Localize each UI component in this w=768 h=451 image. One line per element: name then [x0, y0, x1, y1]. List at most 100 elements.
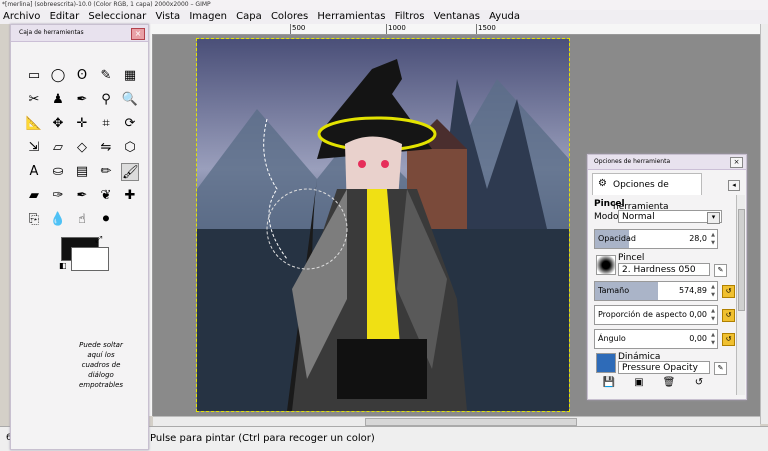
pencil-icon[interactable]: ✏ [97, 163, 115, 181]
window-title: *[merlina] (sobreescrita)-10.0 (Color RG… [2, 1, 211, 8]
dynamics-select[interactable]: Pressure Opacity [618, 361, 710, 374]
scale-icon[interactable]: ⇲ [25, 139, 43, 157]
flip-icon[interactable]: ⇋ [97, 139, 115, 157]
menu-bar: Archivo Editar Seleccionar Vista Imagen … [0, 10, 768, 24]
aspect-slider[interactable]: Proporción de aspecto 0,00 ▲ ▼ [594, 305, 718, 325]
reset-colors-icon[interactable]: ◧ [59, 261, 67, 270]
smudge-icon[interactable]: ☝ [73, 211, 91, 229]
restore-options-icon[interactable]: ▣ [624, 377, 654, 388]
ruler-tick: 1500 [476, 24, 496, 34]
menu-capa[interactable]: Capa [233, 10, 265, 24]
opacity-slider[interactable]: Opacidad 28,0 ▲ ▼ [594, 229, 718, 249]
save-options-icon[interactable]: 💾 [594, 377, 624, 388]
mypaint-icon[interactable]: ❦ [97, 187, 115, 205]
delete-options-icon[interactable]: 🗑 [654, 377, 684, 388]
brush-value: 2. Hardness 050 [622, 265, 696, 275]
edit-brush-icon[interactable]: ✎ [714, 264, 727, 277]
paths-icon[interactable]: ✒ [73, 91, 91, 109]
zoom-icon[interactable]: 🔍 [121, 91, 139, 109]
dynamics-icon[interactable] [596, 353, 616, 373]
size-label: Tamaño [598, 286, 630, 295]
color-select-icon[interactable]: ▦ [121, 67, 139, 85]
menu-ayuda[interactable]: Ayuda [486, 10, 523, 24]
ruler-tick: 1000 [386, 24, 406, 34]
options-scrollbar-thumb[interactable] [738, 209, 745, 311]
menu-herramientas[interactable]: Herramientas [314, 10, 388, 24]
align-icon[interactable]: ✛ [73, 115, 91, 133]
clone-icon[interactable]: ⎘ [25, 211, 43, 229]
scissors-icon[interactable]: ✂ [25, 91, 43, 109]
paintbrush-icon[interactable]: 🖌 [121, 163, 139, 181]
heal-icon[interactable]: ✚ [121, 187, 139, 205]
horizontal-scrollbar-thumb[interactable] [365, 418, 577, 426]
menu-colores[interactable]: Colores [268, 10, 311, 24]
crop-icon[interactable]: ⌗ [97, 115, 115, 133]
blur-icon[interactable]: 💧 [49, 211, 67, 229]
aspect-spinner[interactable]: ▲ ▼ [710, 307, 716, 323]
ellipse-select-icon[interactable]: ◯ [49, 67, 67, 85]
brush-select[interactable]: 2. Hardness 050 [618, 263, 710, 276]
opacity-label: Opacidad [598, 234, 636, 243]
swap-colors-icon[interactable]: ⤢ [95, 235, 102, 245]
tab-tool-options[interactable]: ⚙ Opciones de herramienta [592, 173, 702, 212]
free-select-icon[interactable]: ʘ [73, 67, 91, 85]
dynamics-value: Pressure Opacity [622, 363, 698, 373]
menu-seleccionar[interactable]: Seleccionar [85, 10, 149, 24]
color-picker-icon[interactable]: ⚲ [97, 91, 115, 109]
horizontal-ruler[interactable]: 500 1000 1500 [146, 24, 760, 35]
menu-imagen[interactable]: Imagen [186, 10, 230, 24]
angle-slider[interactable]: Ángulo 0,00 ▲ ▼ [594, 329, 718, 349]
horizontal-scrollbar[interactable] [153, 416, 760, 426]
vertical-scrollbar[interactable] [760, 24, 768, 424]
dock-drop-hint: Puede soltar aquí los cuadros de diálogo… [78, 341, 124, 389]
reset-aspect-icon[interactable]: ↺ [722, 309, 735, 322]
angle-label: Ángulo [598, 334, 626, 343]
mode-select[interactable]: Normal ▾ [618, 210, 722, 224]
menu-vista[interactable]: Vista [152, 10, 183, 24]
brush-preview[interactable] [596, 255, 616, 275]
size-spinner[interactable]: ▲ ▼ [710, 283, 716, 299]
reset-angle-icon[interactable]: ↺ [722, 333, 735, 346]
size-slider[interactable]: Tamaño 574,89 ▲ ▼ [594, 281, 718, 301]
tool-options-close-button[interactable]: × [730, 157, 743, 168]
perspective-icon[interactable]: ◇ [73, 139, 91, 157]
tool-options-footer: 💾 ▣ 🗑 ↺ [594, 377, 734, 391]
image-canvas[interactable] [196, 38, 570, 412]
tool-name: Pincel [594, 199, 625, 209]
rotate-icon[interactable]: ⟳ [121, 115, 139, 133]
opacity-spinner[interactable]: ▲ ▼ [710, 231, 716, 247]
cage-icon[interactable]: ⬡ [121, 139, 139, 157]
tool-options-window: Opciones de herramienta × ⚙ Opciones de … [587, 154, 747, 400]
angle-value: 0,00 [689, 334, 707, 343]
bucket-fill-icon[interactable]: ⛀ [49, 163, 67, 181]
tool-options-icon: ⚙ [598, 178, 607, 189]
foreground-select-icon[interactable]: ♟ [49, 91, 67, 109]
edit-dynamics-icon[interactable]: ✎ [714, 362, 727, 375]
rect-select-icon[interactable]: ▭ [25, 67, 43, 85]
size-value: 574,89 [679, 286, 707, 295]
reset-size-icon[interactable]: ↺ [722, 285, 735, 298]
options-scrollbar[interactable] [736, 195, 745, 395]
blend-icon[interactable]: ▤ [73, 163, 91, 181]
text-icon[interactable]: A [25, 163, 43, 181]
reset-options-icon[interactable]: ↺ [684, 377, 714, 388]
toolbox-window: Caja de herramientas × ▭ ◯ ʘ ✎ ▦ ✂ ♟ ✒ ⚲ 🔍 📐 ✥ ✛ ⌗ ⟳ ⇲ ▱… [10, 24, 149, 450]
angle-spinner[interactable]: ▲ ▼ [710, 331, 716, 347]
background-color-swatch[interactable] [71, 247, 109, 271]
tool-options-title: Opciones de herramienta [588, 155, 746, 170]
menu-ventanas[interactable]: Ventanas [431, 10, 483, 24]
measure-icon[interactable]: 📐 [25, 115, 43, 133]
menu-editar[interactable]: Editar [47, 10, 83, 24]
toolbox-title: Caja de herramientas [11, 25, 148, 42]
airbrush-icon[interactable]: ✑ [49, 187, 67, 205]
eraser-icon[interactable]: ▰ [25, 187, 43, 205]
dodge-burn-icon[interactable]: ⚫ [97, 211, 115, 229]
ink-icon[interactable]: ✒ [73, 187, 91, 205]
move-icon[interactable]: ✥ [49, 115, 67, 133]
menu-filtros[interactable]: Filtros [392, 10, 428, 24]
tab-menu-icon[interactable]: ◂ [728, 180, 740, 191]
toolbox-close-button[interactable]: × [131, 28, 145, 40]
fuzzy-select-icon[interactable]: ✎ [97, 67, 115, 85]
shear-icon[interactable]: ▱ [49, 139, 67, 157]
menu-archivo[interactable]: Archivo [0, 10, 43, 24]
